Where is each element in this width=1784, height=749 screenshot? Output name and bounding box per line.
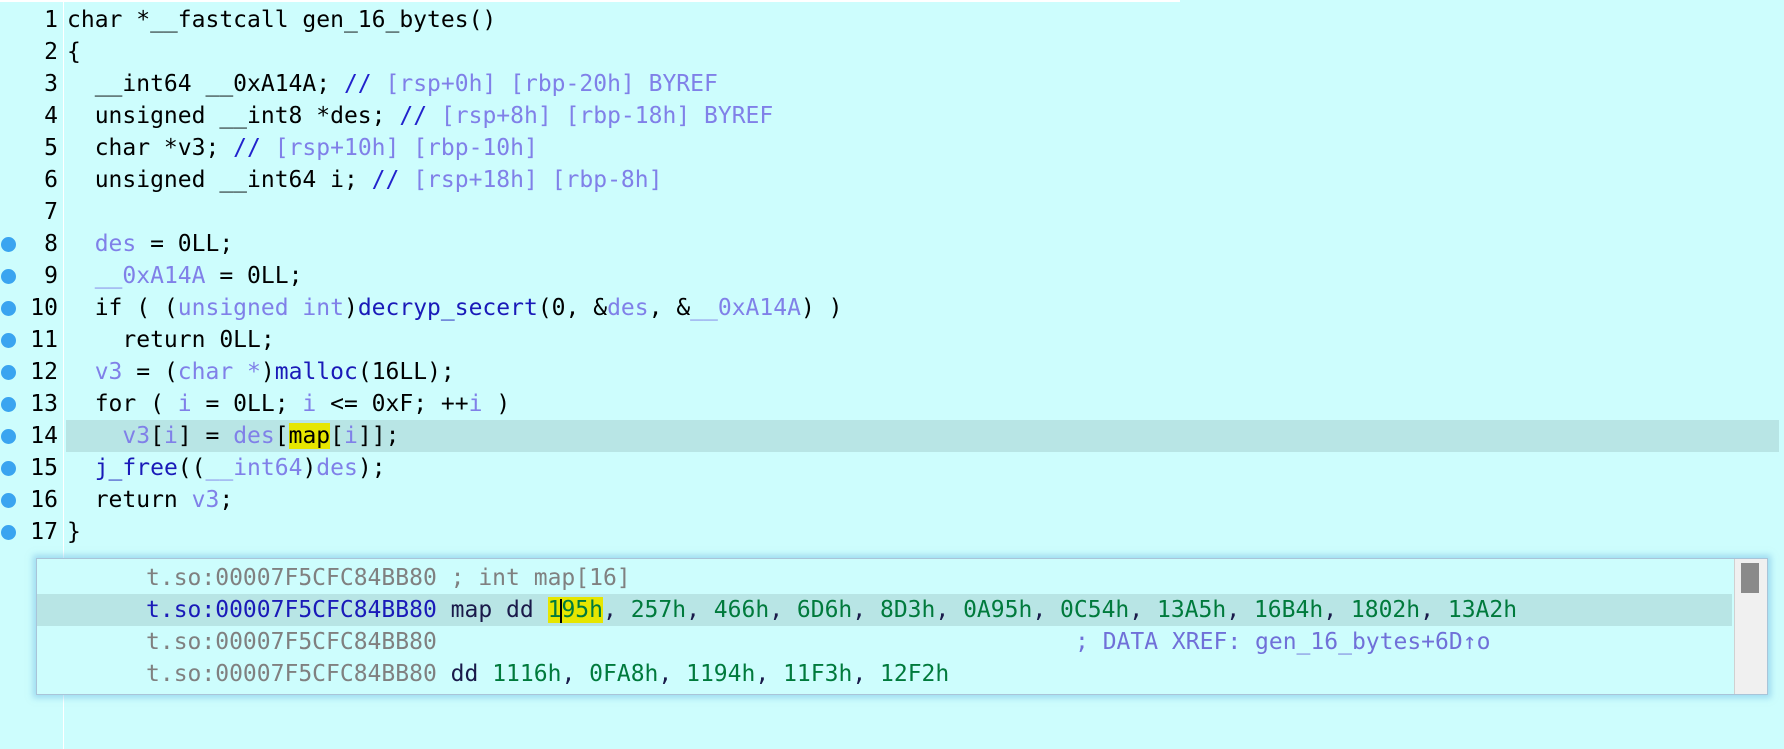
line-number: 8 xyxy=(44,231,58,257)
code-text[interactable]: return 0LL; xyxy=(67,324,274,356)
breakpoint-dot-icon[interactable] xyxy=(1,237,16,252)
code-line[interactable]: 11 return 0LL; xyxy=(0,324,1784,356)
popup-line[interactable]: t.so:00007F5CFC84BB80 ; int map[16] xyxy=(37,562,1732,594)
code-text[interactable]: } xyxy=(67,516,81,548)
code-line[interactable]: 13 for ( i = 0LL; i <= 0xF; ++i ) xyxy=(0,388,1784,420)
line-number: 11 xyxy=(30,327,58,353)
code-line[interactable]: 17} xyxy=(0,516,1784,548)
data-xref-comment[interactable]: ; DATA XREF: gen_16_bytes+6D↑o xyxy=(1075,626,1490,658)
line-number: 1 xyxy=(44,7,58,33)
code-text[interactable]: __0xA14A = 0LL; xyxy=(67,260,303,292)
line-number: 3 xyxy=(44,71,58,97)
code-line[interactable]: 15 j_free((__int64)des); xyxy=(0,452,1784,484)
code-line[interactable]: 4 unsigned __int8 *des; // [rsp+8h] [rbp… xyxy=(0,100,1784,132)
code-line[interactable]: 10 if ( (unsigned int)decryp_secert(0, &… xyxy=(0,292,1784,324)
breakpoint-dot-icon[interactable] xyxy=(1,269,16,284)
breakpoint-dot-icon[interactable] xyxy=(1,461,16,476)
code-line[interactable]: 3 __int64 __0xA14A; // [rsp+0h] [rbp-20h… xyxy=(0,68,1784,100)
line-number: 16 xyxy=(30,487,58,513)
code-text[interactable]: char *v3; // [rsp+10h] [rbp-10h] xyxy=(67,132,538,164)
code-text[interactable]: __int64 __0xA14A; // [rsp+0h] [rbp-20h] … xyxy=(67,68,718,100)
code-text[interactable]: unsigned __int64 i; // [rsp+18h] [rbp-8h… xyxy=(67,164,663,196)
line-number: 17 xyxy=(30,519,58,545)
code-line[interactable]: 9 __0xA14A = 0LL; xyxy=(0,260,1784,292)
code-line[interactable]: 16 return v3; xyxy=(0,484,1784,516)
line-number: 13 xyxy=(30,391,58,417)
hint-popup[interactable]: t.so:00007F5CFC84BB80 ; int map[16] t.so:… xyxy=(36,558,1768,695)
breakpoint-dot-icon[interactable] xyxy=(1,365,16,380)
line-number: 5 xyxy=(44,135,58,161)
breakpoint-dot-icon[interactable] xyxy=(1,397,16,412)
popup-scroll-thumb[interactable] xyxy=(1741,563,1759,593)
code-line[interactable]: 5 char *v3; // [rsp+10h] [rbp-10h] xyxy=(0,132,1784,164)
popup-line-text: t.so:00007F5CFC84BB80 xyxy=(146,629,437,655)
code-text[interactable]: char *__fastcall gen_16_bytes() xyxy=(67,4,496,36)
code-line[interactable]: 12 v3 = (char *)malloc(16LL); xyxy=(0,356,1784,388)
code-text[interactable]: des = 0LL; xyxy=(67,228,233,260)
pseudocode-view[interactable]: 1 char *__fastcall gen_16_bytes() 2{3 __in… xyxy=(0,4,1784,548)
code-text[interactable]: if ( (unsigned int)decryp_secert(0, &des… xyxy=(67,292,843,324)
breakpoint-dot-icon[interactable] xyxy=(1,301,16,316)
popup-line-text: t.so:00007F5CFC84BB80 dd 1116h, 0FA8h, 1… xyxy=(146,661,950,687)
code-text[interactable]: v3 = (char *)malloc(16LL); xyxy=(67,356,455,388)
line-number: 15 xyxy=(30,455,58,481)
breakpoint-dot-icon[interactable] xyxy=(1,333,16,348)
popup-line-text: t.so:00007F5CFC84BB80 map dd 195h, 257h,… xyxy=(146,597,1518,623)
code-text[interactable]: j_free((__int64)des); xyxy=(67,452,386,484)
line-number: 7 xyxy=(44,199,58,225)
code-text[interactable]: v3[i] = des[map[i]]; xyxy=(67,420,399,452)
code-text[interactable]: for ( i = 0LL; i <= 0xF; ++i ) xyxy=(67,388,510,420)
line-number: 4 xyxy=(44,103,58,129)
code-text[interactable]: unsigned __int8 *des; // [rsp+8h] [rbp-1… xyxy=(67,100,774,132)
code-line[interactable]: 1 char *__fastcall gen_16_bytes() xyxy=(0,4,1784,36)
line-number: 12 xyxy=(30,359,58,385)
popup-line[interactable]: t.so:00007F5CFC84BB80 ; DATA XREF: gen_16… xyxy=(37,626,1732,658)
code-line[interactable]: 6 unsigned __int64 i; // [rsp+18h] [rbp-… xyxy=(0,164,1784,196)
code-text[interactable]: { xyxy=(67,36,81,68)
line-number: 10 xyxy=(30,295,58,321)
popup-line[interactable]: t.so:00007F5CFC84BB80 map dd 195h, 257h,… xyxy=(37,594,1732,626)
top-border xyxy=(0,0,1180,2)
line-number: 6 xyxy=(44,167,58,193)
code-line[interactable]: 7 xyxy=(0,196,1784,228)
line-number: 14 xyxy=(30,423,58,449)
popup-line-text: t.so:00007F5CFC84BB80 ; int map[16] xyxy=(146,565,631,591)
breakpoint-dot-icon[interactable] xyxy=(1,493,16,508)
code-line[interactable]: 2{ xyxy=(0,36,1784,68)
breakpoint-dot-icon[interactable] xyxy=(1,429,16,444)
code-line[interactable]: 14 v3[i] = des[map[i]]; xyxy=(0,420,1784,452)
line-number: 2 xyxy=(44,39,58,65)
popup-scrollbar[interactable] xyxy=(1734,559,1767,694)
line-number: 9 xyxy=(44,263,58,289)
code-line[interactable]: 8 des = 0LL; xyxy=(0,228,1784,260)
popup-line[interactable]: t.so:00007F5CFC84BB80 dd 1116h, 0FA8h, 1… xyxy=(37,658,1732,690)
code-text[interactable]: return v3; xyxy=(67,484,234,516)
breakpoint-dot-icon[interactable] xyxy=(1,525,16,540)
